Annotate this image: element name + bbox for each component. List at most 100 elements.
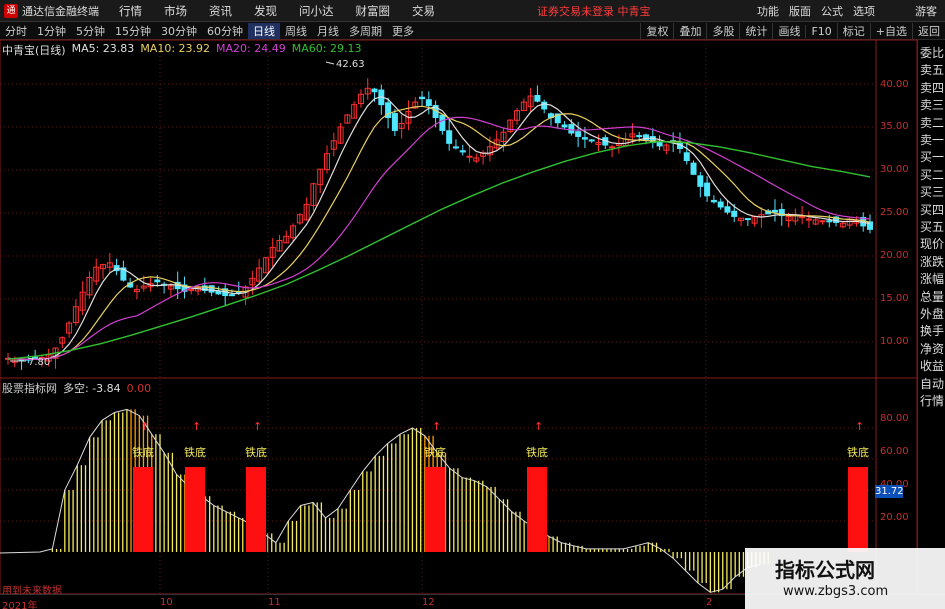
- signal-block: [425, 467, 445, 552]
- price-tick: 30.00: [880, 164, 909, 175]
- candle-body: [568, 124, 575, 134]
- candle-body: [588, 139, 595, 142]
- price-tick: 35.00: [880, 121, 909, 132]
- side-panel-item[interactable]: 行情: [920, 394, 945, 408]
- price-tick: 25.00: [880, 207, 909, 218]
- signal-arrow: ↑: [534, 420, 543, 433]
- side-panel-item: 买三: [920, 185, 945, 200]
- signal-block: [527, 467, 547, 552]
- indicator-value: 多空: -3.84: [63, 382, 121, 395]
- signal-label: 铁底: [132, 445, 154, 459]
- candle-body: [697, 175, 704, 187]
- side-panel-item: 卖四: [920, 80, 945, 95]
- indicator-name: 股票指标网: [2, 382, 57, 395]
- indicator-tick: 20.00: [880, 512, 909, 523]
- candle-body: [731, 210, 738, 217]
- kline-chart[interactable]: ↑ 铁底 ↑ 铁底 ↑ 铁底 ↑ 铁底 ↑ 铁底 ↑ 铁底: [0, 0, 945, 609]
- time-tick: 12: [422, 597, 435, 608]
- candle-body: [819, 220, 826, 223]
- side-panel-item: 净资: [920, 341, 945, 356]
- candle-body: [771, 209, 778, 213]
- ma60-line: [7, 140, 871, 360]
- side-panel-item: 卖三: [920, 98, 945, 113]
- candle-body: [371, 88, 378, 93]
- ma10-line: [7, 105, 871, 360]
- candle-body: [656, 141, 663, 147]
- candle-body: [609, 146, 616, 149]
- candle-body: [439, 114, 446, 131]
- candle-body: [575, 131, 582, 137]
- signal-block: [246, 467, 266, 552]
- side-panel-item: 外盘: [920, 307, 945, 321]
- ma20-label: MA20: 24.49: [216, 42, 286, 55]
- candle-body: [690, 162, 697, 175]
- indicator-value-2: 0.00: [126, 381, 152, 395]
- candle-body: [581, 137, 588, 140]
- signal-arrow: ↑: [855, 420, 864, 433]
- side-panel-item[interactable]: 自动: [920, 377, 945, 391]
- ma5-label: MA5: 23.83: [71, 42, 135, 55]
- side-panel-item: 买五: [920, 220, 945, 234]
- candle-body: [710, 199, 717, 203]
- indicator-current-value: 31.72: [875, 485, 904, 498]
- indicator-tick: 80.00: [880, 413, 909, 424]
- high-price-label: 42.63: [336, 59, 365, 70]
- ma20-line: [7, 116, 871, 360]
- side-panel-item: 卖二: [920, 115, 945, 130]
- indicator-tick: 60.00: [880, 446, 909, 457]
- time-tick: 2: [706, 597, 713, 608]
- signal-label: 铁底: [184, 445, 206, 459]
- watermark-url: www.zbgs3.com: [783, 584, 889, 599]
- ma-legend: 中青宝(日线) MA5: 23.83 MA10: 23.92 MA20: 24.…: [2, 42, 361, 58]
- time-tick: 2021年: [2, 601, 38, 609]
- signal-arrow: ↑: [192, 420, 201, 433]
- candle-body: [636, 135, 643, 138]
- price-tick: 10.00: [880, 336, 909, 347]
- side-panel-item: 买四: [920, 202, 945, 217]
- side-panel-item: 委比: [920, 46, 945, 60]
- signal-label: 铁底: [847, 445, 869, 459]
- side-panel-item: 涨跌: [920, 254, 945, 269]
- price-tick: 20.00: [880, 250, 909, 261]
- candle-body: [425, 99, 432, 106]
- time-tick: 10: [160, 597, 173, 608]
- candle-body: [391, 113, 398, 131]
- candle-body: [215, 290, 222, 295]
- candle-body: [534, 94, 541, 102]
- signal-arrow: ↑: [432, 420, 441, 433]
- watermark-title: 指标公式网: [775, 558, 875, 582]
- side-panel-item: 涨幅: [920, 272, 945, 287]
- signal-arrow: ↑: [253, 420, 262, 433]
- ma10-label: MA10: 23.92: [140, 42, 211, 55]
- side-panel-item: 总量: [920, 289, 945, 304]
- side-panel-item: 买二: [920, 167, 945, 182]
- signal-label: 铁底: [245, 445, 267, 459]
- candle-body: [683, 152, 690, 162]
- candle-body: [704, 182, 711, 197]
- candle-body: [154, 279, 161, 283]
- side-panel-item: 现价: [920, 237, 945, 252]
- signal-label: 铁底: [526, 445, 548, 459]
- low-price-label: 7.80: [28, 357, 51, 368]
- quote-side-panel: 委比 卖五 卖四 卖三 卖二 卖一 买一 买二 买三 买四 买五 现价 涨跌 涨幅 总量 外盘 换手 净资 收益 自动…: [917, 40, 945, 568]
- side-panel-item: 卖五: [920, 63, 945, 78]
- time-tick: 11: [268, 597, 281, 608]
- candle-body: [446, 130, 453, 144]
- candle-body: [744, 218, 751, 221]
- ma5-line: [7, 96, 871, 360]
- side-panel-item: 收益: [920, 359, 945, 374]
- ma60-label: MA60: 29.13: [291, 42, 362, 55]
- candle-body: [466, 155, 473, 158]
- candle-body: [459, 150, 466, 153]
- signal-block: [185, 467, 205, 552]
- high-marker: [325, 61, 335, 65]
- candle-body: [419, 96, 426, 100]
- candle-body: [208, 285, 215, 293]
- candle-body: [561, 124, 568, 128]
- price-tick: 15.00: [880, 293, 909, 304]
- indicator-legend: 股票指标网 多空: -3.84 0.00: [2, 380, 151, 396]
- side-panel-item: 买一: [920, 150, 945, 165]
- candle-body: [228, 294, 235, 297]
- signal-arrow: ↑: [140, 420, 149, 433]
- signal-block: [848, 467, 868, 552]
